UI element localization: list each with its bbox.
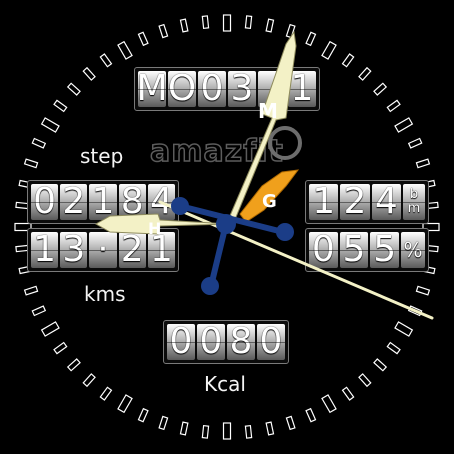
pivot-knob [276,223,294,241]
hands-layer: G M H [94,30,434,320]
hour-hand [94,213,231,235]
seconds-hand-letter: G [262,191,277,212]
hour-hand-letter: H [148,219,161,238]
seconds-hand [158,200,434,320]
pivot-knob [201,277,219,295]
pivot-knob [171,197,189,215]
pivot-hub [216,214,236,234]
minute-hand-letter: M [258,99,278,123]
